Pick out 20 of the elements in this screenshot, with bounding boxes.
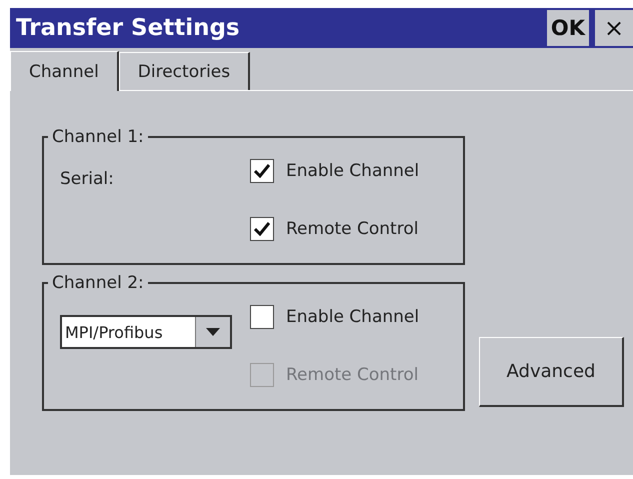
checkbox-label: Enable Channel xyxy=(286,161,420,181)
tab[interactable]: Directories xyxy=(118,52,250,90)
close-button[interactable]: × xyxy=(595,10,633,46)
dropdown[interactable]: MPI/Profibus xyxy=(60,315,232,349)
check-icon xyxy=(254,164,270,178)
checkbox[interactable] xyxy=(250,305,274,329)
window-title: Transfer Settings xyxy=(16,15,241,41)
caret-icon xyxy=(206,328,220,336)
checkbox[interactable] xyxy=(250,217,274,241)
tab[interactable]: Channel xyxy=(10,51,119,91)
checkbox-label: Remote Control xyxy=(286,219,418,239)
group-title: Channel 1: xyxy=(51,127,145,147)
ok-button[interactable]: OK xyxy=(546,10,589,46)
check-icon xyxy=(254,222,270,236)
checkbox-label: Remote Control xyxy=(286,365,418,385)
advanced-button[interactable]: Advanced xyxy=(479,337,624,407)
checkbox[interactable] xyxy=(250,159,274,183)
checkbox-label: Enable Channel xyxy=(286,307,420,327)
group-title: Channel 2: xyxy=(51,273,145,293)
field-label: Serial: xyxy=(60,169,114,189)
